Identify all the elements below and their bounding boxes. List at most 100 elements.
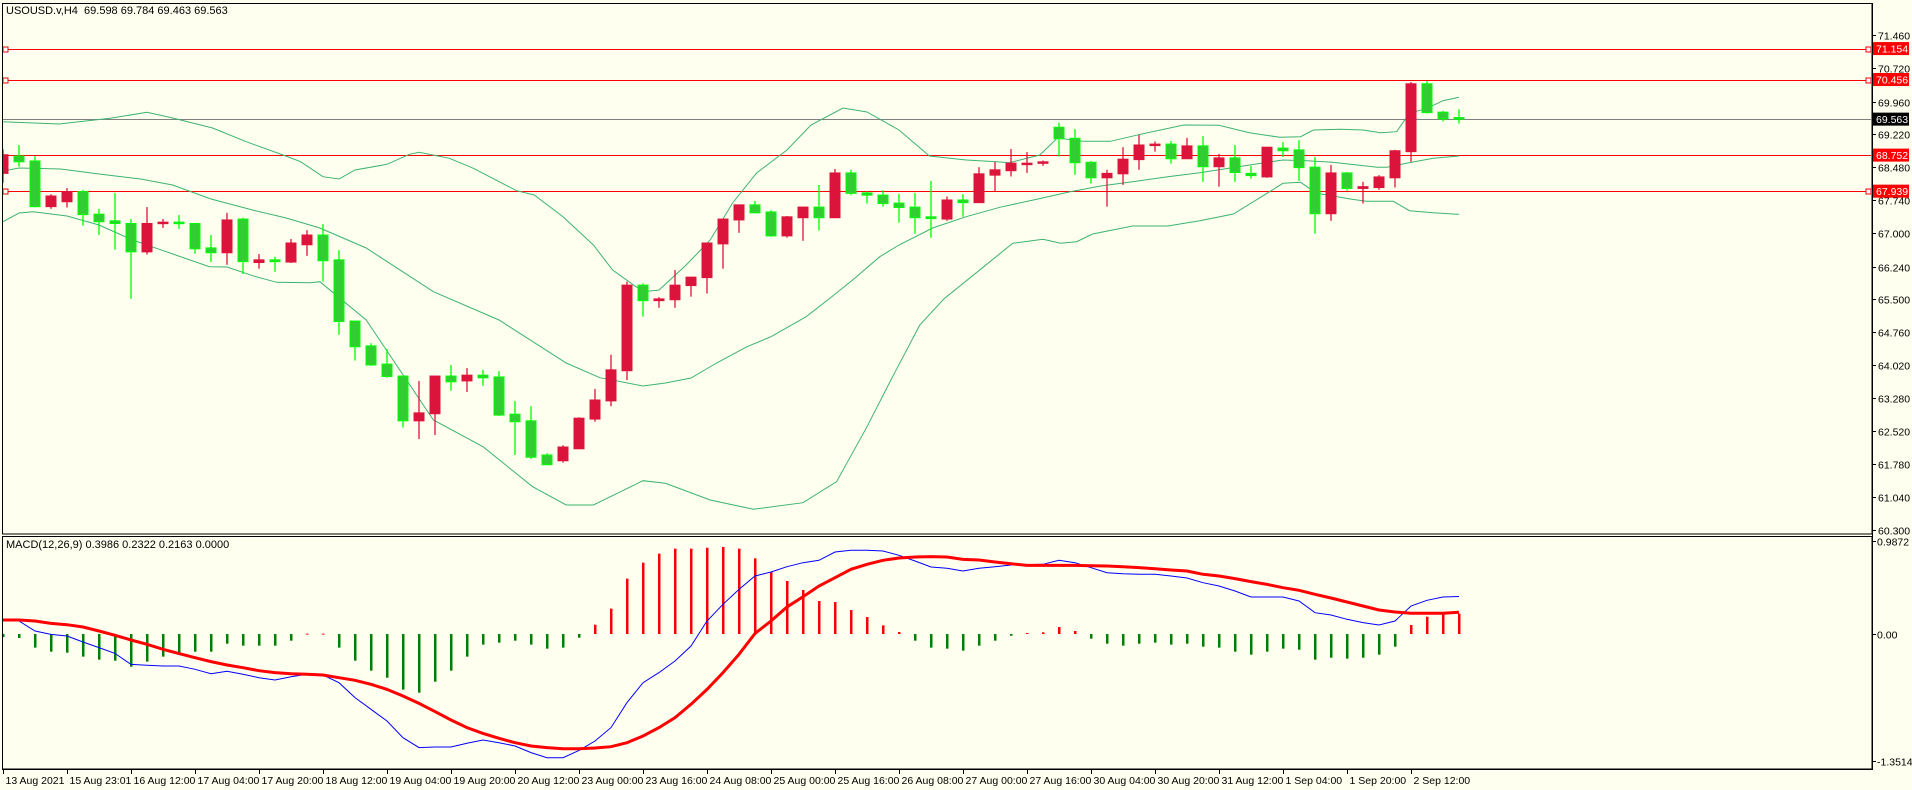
level-handle-right[interactable] [1865, 46, 1871, 53]
price-tick-label: 64.760 [1878, 328, 1910, 340]
macd-histogram-bar [738, 548, 741, 634]
macd-histogram-bar [1074, 630, 1077, 634]
candle-body [925, 216, 937, 220]
macd-histogram-bar [674, 548, 677, 634]
time-tick-label: 25 Aug 00:00 [774, 775, 836, 787]
macd-histogram-bar [1250, 634, 1253, 655]
candle-body [221, 219, 233, 254]
level-handle-left[interactable] [3, 77, 9, 84]
candle-body [1453, 117, 1465, 120]
macd-histogram-bar [98, 634, 101, 660]
candle-body [749, 204, 761, 214]
macd-histogram-bar [946, 634, 949, 649]
macd-histogram-bar [354, 634, 357, 661]
candle-body [1277, 147, 1289, 152]
time-tick-label: 26 Aug 08:00 [902, 775, 964, 787]
candle-body [845, 172, 857, 194]
time-tick-label: 13 Aug 2021 [6, 775, 65, 787]
candle-body [1213, 157, 1225, 168]
macd-histogram-bar [1058, 627, 1061, 634]
price-tick-label: 64.020 [1878, 361, 1910, 373]
candle-body [125, 222, 137, 253]
candle-body [189, 222, 201, 250]
macd-histogram-bar [450, 634, 453, 671]
price-tag-label: 71.154 [1876, 44, 1908, 56]
candle-body [1133, 144, 1145, 161]
candle-body [1021, 162, 1033, 166]
candle-body [541, 454, 553, 466]
candle-body [429, 375, 441, 415]
time-tick-label: 16 Aug 12:00 [134, 775, 196, 787]
candle-body [333, 259, 345, 323]
candle-body [589, 399, 601, 420]
candle-body [573, 417, 585, 450]
candle-body [381, 363, 393, 377]
candle-body [93, 213, 105, 223]
candle-body [157, 221, 169, 225]
level-handle-left[interactable] [3, 188, 9, 195]
candle-bear [845, 169, 857, 196]
macd-histogram-bar [562, 634, 565, 648]
macd-histogram-bar [1026, 632, 1029, 634]
candle-bear [493, 371, 505, 416]
candle-body [1405, 83, 1417, 153]
macd-histogram-bar [306, 633, 309, 635]
candle-body [1101, 172, 1113, 179]
candle-body [733, 204, 745, 221]
time-tick-label: 17 Aug 04:00 [198, 775, 260, 787]
macd-histogram-bar [754, 558, 757, 634]
candle-body [1197, 145, 1209, 168]
macd-histogram-bar [1106, 634, 1109, 644]
macd-histogram-bar [258, 634, 261, 646]
macd-histogram-bar [1394, 634, 1397, 647]
candle-body [61, 191, 73, 203]
candle-body [1037, 161, 1049, 164]
candle-body [877, 194, 889, 205]
macd-histogram-bar [226, 634, 229, 644]
candle-body [909, 206, 921, 219]
candle-bull [573, 417, 585, 450]
macd-histogram-bar [1410, 624, 1413, 634]
candle-body [1165, 143, 1177, 160]
macd-histogram-bar [210, 634, 213, 652]
macd-histogram-bar [898, 632, 901, 634]
macd-histogram-bar [18, 634, 21, 639]
level-handle-right[interactable] [1865, 77, 1871, 84]
level-handle-right[interactable] [1865, 188, 1871, 195]
time-tick-label: 30 Aug 04:00 [1094, 775, 1156, 787]
macd-histogram-bar [1138, 634, 1141, 644]
candle-body [525, 420, 537, 458]
candle-body [253, 259, 265, 264]
macd-histogram-bar [514, 634, 517, 641]
candle-body [445, 375, 457, 383]
macd-histogram-bar [1458, 613, 1461, 634]
macd-histogram-bar [546, 634, 549, 649]
macd-histogram-bar [1090, 634, 1093, 639]
macd-histogram-bar [962, 634, 965, 651]
macd-histogram-bar [418, 634, 421, 693]
candle-body [1245, 172, 1257, 177]
candle-body [1181, 145, 1193, 160]
macd-histogram-bar [882, 625, 885, 634]
macd-histogram-bar [610, 608, 613, 634]
macd-histogram-bar [146, 634, 149, 662]
macd-histogram-bar [866, 616, 869, 634]
trading-chart[interactable]: 71.46070.72069.96069.22068.48067.74067.0… [0, 0, 1912, 790]
candle-body [1341, 172, 1353, 189]
macd-histogram-bar [1378, 634, 1381, 655]
macd-histogram-bar [530, 634, 533, 645]
candle-body [605, 369, 617, 402]
candle-body [1149, 143, 1161, 147]
candle-body [669, 284, 681, 301]
candle-body [1373, 176, 1385, 189]
macd-histogram-bar [274, 634, 277, 646]
level-handle-left[interactable] [3, 46, 9, 53]
macd-histogram-bar [1362, 634, 1365, 658]
macd-histogram-bar [498, 634, 501, 643]
time-tick-label: 23 Aug 00:00 [582, 775, 644, 787]
time-tick-label: 1 Sep 04:00 [1286, 775, 1343, 787]
candle-body [477, 374, 489, 379]
candle-bear [189, 222, 201, 254]
price-tick-label: 65.500 [1878, 295, 1910, 307]
candle-bear [29, 156, 41, 208]
